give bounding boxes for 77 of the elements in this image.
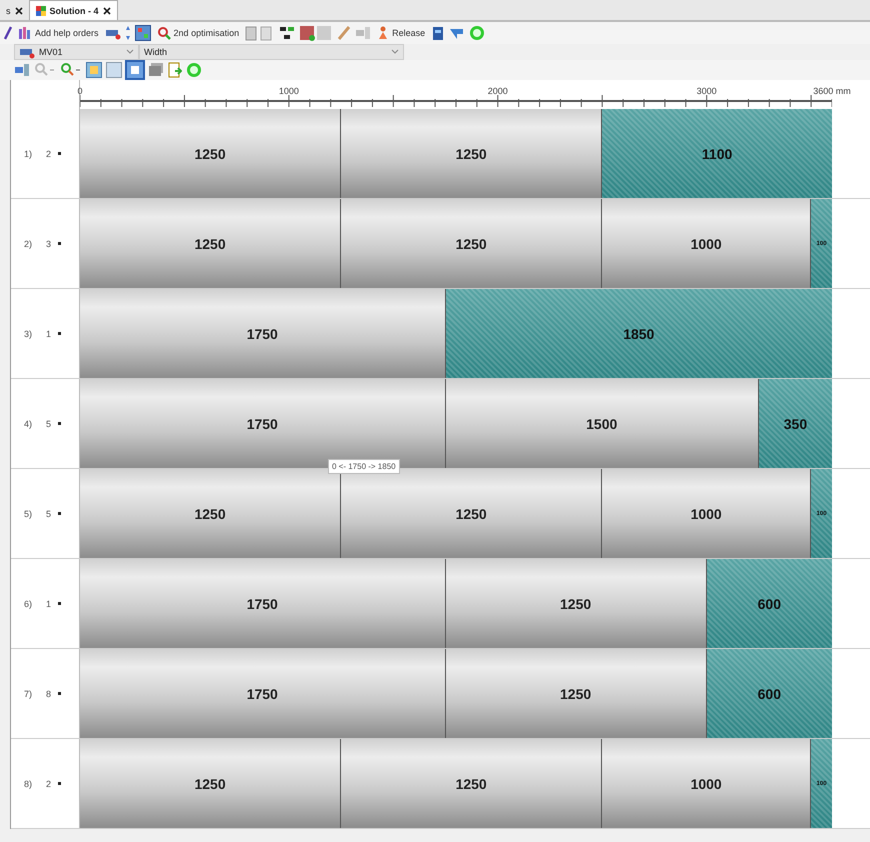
second-optimisation-button[interactable]: 2nd optimisation [154, 25, 242, 41]
row-number: 1) [24, 149, 32, 159]
row-count: 2 [46, 149, 52, 159]
row-count: 1 [46, 329, 52, 339]
figure-icon [377, 26, 390, 40]
cut-piece[interactable]: 1250 [446, 559, 707, 648]
cut-piece[interactable]: 1250 [341, 109, 602, 198]
bars-icon [18, 26, 32, 40]
bullet-icon [58, 242, 62, 246]
row-number: 7) [24, 689, 32, 699]
row-number: 2) [24, 239, 32, 249]
connector-icon[interactable] [14, 62, 30, 78]
cut-piece[interactable]: 1250 [341, 739, 602, 828]
cut-piece[interactable]: 1250 [341, 199, 602, 288]
cut-piece[interactable]: 1250 [80, 109, 342, 198]
row-number: 3) [24, 329, 32, 339]
row-count: 3 [46, 239, 52, 249]
row-count: 2 [46, 779, 52, 789]
row-number: 6) [24, 599, 32, 609]
cut-piece[interactable]: 1750 [80, 649, 446, 738]
ruler-label: 3000 [696, 86, 717, 96]
cut-piece[interactable]: 1000 [602, 469, 812, 558]
export-icon[interactable] [168, 62, 182, 78]
stack-icon[interactable] [148, 62, 164, 78]
machine-dropdown[interactable]: MV01 [14, 44, 139, 60]
cut-piece[interactable]: 1250 [80, 469, 342, 558]
hierarchy-icon[interactable] [279, 25, 296, 41]
row-number: 5) [24, 509, 32, 519]
pen-icon[interactable] [337, 25, 352, 41]
row-number: 8) [24, 779, 32, 789]
cut-piece[interactable]: 1250 [341, 469, 602, 558]
cut-piece[interactable]: 1750 [80, 289, 446, 378]
ruler-label: 1000 [278, 86, 299, 96]
row-number: 4) [24, 419, 32, 429]
cut-piece[interactable]: 1850 [446, 289, 832, 378]
cut-piece[interactable]: 1500 [446, 379, 759, 468]
ruler-label: 0 [78, 86, 82, 96]
row-count: 5 [46, 419, 52, 429]
magnifier-icon [156, 26, 171, 40]
document-tab[interactable]: Solution - 4 [28, 0, 118, 20]
cut-piece[interactable]: 350 [758, 379, 832, 468]
zoom-in-icon[interactable] [60, 62, 82, 78]
close-icon[interactable] [102, 6, 110, 14]
bullet-icon [58, 422, 62, 426]
bullet-icon [58, 692, 62, 696]
bullet-icon [58, 332, 62, 336]
tooltip: 0 <- 1750 -> 1850 [328, 459, 400, 474]
bullet-icon [58, 602, 62, 606]
caret-icon [391, 49, 399, 55]
row-count: 1 [46, 599, 52, 609]
bullet-icon [58, 512, 62, 516]
row-count: 5 [46, 509, 52, 519]
cut-piece[interactable]: 1750 [80, 559, 446, 648]
cut-piece[interactable]: 1250 [80, 739, 342, 828]
help-icon[interactable] [186, 62, 202, 78]
bullet-icon [58, 782, 62, 786]
cut-piece[interactable]: 1100 [602, 109, 832, 198]
sort-dropdown[interactable]: Width [139, 44, 404, 60]
ruler-label: 3600 mm [813, 86, 851, 96]
cut-piece[interactable]: 1250 [80, 199, 342, 288]
release-button[interactable]: Release [375, 25, 428, 41]
cut-piece[interactable]: 1000 [602, 739, 812, 828]
caret-icon [126, 49, 134, 55]
cut-piece[interactable]: 1250 [446, 649, 707, 738]
pallet-icons-drawing[interactable] [299, 25, 334, 41]
arrows-icon[interactable] [124, 25, 131, 41]
bullet-icon [58, 152, 62, 156]
cut-piece[interactable]: 1000 [602, 199, 812, 288]
close-icon[interactable] [14, 6, 22, 14]
add-help-orders-button[interactable]: Add help orders [16, 25, 101, 41]
ruler-label: 2000 [488, 86, 508, 96]
pencil-icon[interactable] [4, 26, 12, 40]
help-icon[interactable] [469, 25, 486, 41]
row-count: 8 [46, 689, 52, 699]
document-tab[interactable]: s [0, 1, 28, 20]
cut-piece[interactable]: 600 [706, 559, 832, 648]
cut-piece[interactable]: 600 [706, 649, 832, 738]
